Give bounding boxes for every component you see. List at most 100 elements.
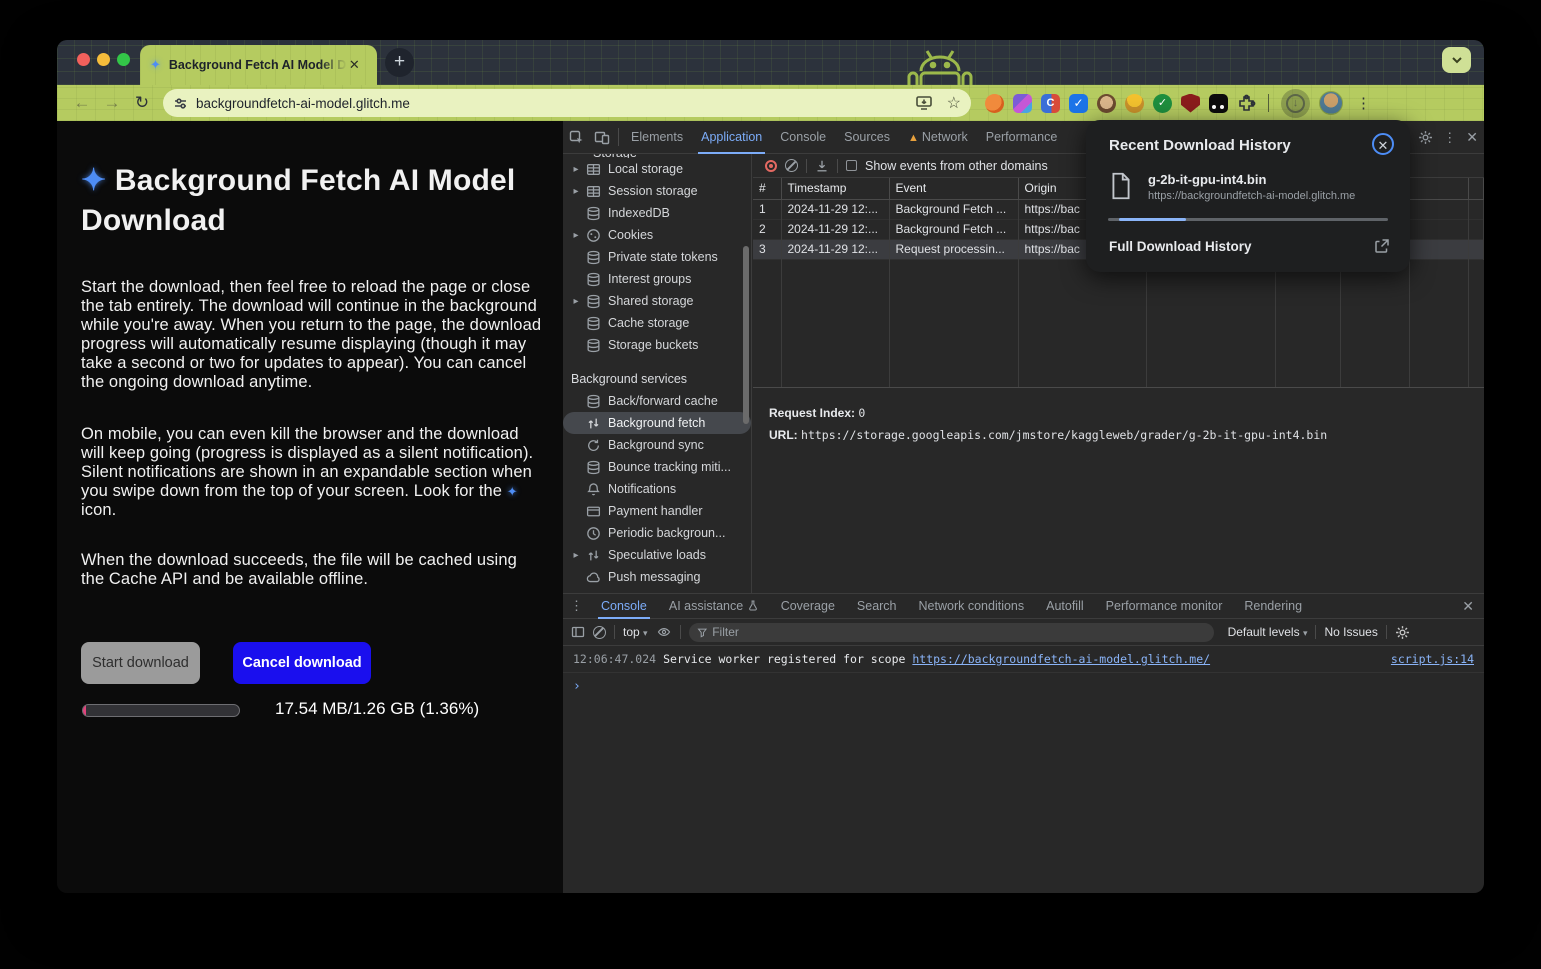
console-prompt-chevron[interactable]: ›: [563, 673, 1484, 700]
tab-console[interactable]: Console: [771, 121, 835, 154]
issues-counter[interactable]: No Issues: [1324, 625, 1377, 639]
sidebar-item-storage-buckets[interactable]: Storage buckets: [563, 334, 751, 356]
tab-sources[interactable]: Sources: [835, 121, 899, 154]
cancel-download-button[interactable]: Cancel download: [233, 642, 371, 684]
sidebar-item-local-storage[interactable]: ▸Local storage: [563, 158, 751, 180]
tab-network[interactable]: ▲Network: [899, 121, 977, 154]
extension-icon-6[interactable]: [1125, 94, 1144, 113]
sidebar-item-cache-storage[interactable]: Cache storage: [563, 312, 751, 334]
file-icon: [1109, 172, 1133, 200]
drawer-tab-console[interactable]: Console: [590, 594, 658, 619]
sidebar-item-background-sync[interactable]: Background sync: [563, 434, 751, 456]
sidebar-item-interest-groups[interactable]: Interest groups: [563, 268, 751, 290]
tab-overview-chevron-button[interactable]: [1442, 47, 1471, 73]
maximize-window-button[interactable]: [117, 53, 130, 66]
devtools-settings-gear-icon[interactable]: [1418, 130, 1433, 145]
extension-icon-1[interactable]: [985, 94, 1004, 113]
log-source-link[interactable]: script.js:14: [1391, 652, 1474, 666]
android-mascot-graphic: [895, 43, 985, 89]
extensions-puzzle-icon[interactable]: [1237, 94, 1256, 113]
devtools-menu-icon[interactable]: ⋮: [1443, 130, 1456, 146]
record-button[interactable]: [765, 160, 777, 172]
forward-button[interactable]: →: [97, 93, 127, 113]
profile-avatar[interactable]: [1319, 91, 1343, 115]
extension-icon-4[interactable]: ✓: [1069, 94, 1088, 113]
device-toolbar-icon[interactable]: [589, 130, 615, 145]
toolbar-divider: [806, 159, 807, 173]
sidebar-item-private-state-tokens[interactable]: Private state tokens: [563, 246, 751, 268]
page-paragraph-3: When the download succeeds, the file wil…: [81, 551, 543, 589]
install-app-icon[interactable]: [915, 95, 933, 111]
sidebar-item-push-messaging[interactable]: Push messaging: [563, 566, 751, 588]
tab-performance[interactable]: Performance: [977, 121, 1067, 154]
browser-tab[interactable]: ✦ Background Fetch AI Model D ✕: [140, 45, 377, 85]
download-item[interactable]: g-2b-it-gpu-int4.bin https://backgroundf…: [1109, 172, 1355, 202]
sidebar-section-background-services: Background services: [563, 368, 751, 390]
tab-close-icon[interactable]: ✕: [349, 57, 360, 73]
sidebar-scrollbar[interactable]: [743, 246, 749, 424]
sidebar-item-speculative-loads[interactable]: ▸Speculative loads: [563, 544, 751, 566]
extension-icon-9[interactable]: [1209, 94, 1228, 113]
close-window-button[interactable]: [77, 53, 90, 66]
drawer-tab-coverage[interactable]: Coverage: [770, 594, 846, 619]
console-settings-gear-icon[interactable]: [1395, 625, 1410, 640]
drawer-menu-icon[interactable]: ⋮: [563, 598, 590, 614]
drawer-close-icon[interactable]: ✕: [1462, 598, 1474, 615]
tab-application[interactable]: Application: [692, 121, 771, 154]
back-button[interactable]: ←: [67, 93, 97, 113]
tab-elements[interactable]: Elements: [622, 121, 692, 154]
sidebar-item-bounce-tracking[interactable]: Bounce tracking miti...: [563, 456, 751, 478]
inspect-element-icon[interactable]: [563, 130, 589, 145]
table-empty-area: [753, 259, 1484, 388]
popup-close-button[interactable]: ✕: [1372, 133, 1394, 155]
col-timestamp[interactable]: Timestamp: [781, 178, 889, 199]
col-event[interactable]: Event: [889, 178, 1018, 199]
live-expression-eye-icon[interactable]: [656, 625, 672, 639]
site-settings-tune-icon[interactable]: [173, 96, 188, 111]
devtools-close-icon[interactable]: ✕: [1466, 129, 1478, 146]
context-selector[interactable]: top ▾: [623, 625, 648, 639]
sidebar-item-indexeddb[interactable]: IndexedDB: [563, 202, 751, 224]
browser-toolbar: ← → ↻ backgroundfetch-ai-model.glitch.me…: [57, 85, 1484, 121]
clear-console-icon[interactable]: [593, 626, 606, 639]
downloads-button-active[interactable]: ↓: [1281, 89, 1310, 118]
col-num[interactable]: #: [753, 178, 781, 199]
sidebar-item-payment-handler[interactable]: Payment handler: [563, 500, 751, 522]
drawer-tab-search[interactable]: Search: [846, 594, 908, 619]
sidebar-item-periodic-background-sync[interactable]: Periodic backgroun...: [563, 522, 751, 544]
sidebar-item-back-forward-cache[interactable]: Back/forward cache: [563, 390, 751, 412]
drawer-tab-performance-monitor[interactable]: Performance monitor: [1095, 594, 1234, 619]
sidebar-item-shared-storage[interactable]: ▸Shared storage: [563, 290, 751, 312]
console-filter-input[interactable]: [712, 625, 1205, 639]
drawer-tab-ai-assistance[interactable]: AI assistance: [658, 594, 770, 619]
full-download-history-link[interactable]: Full Download History: [1109, 239, 1252, 254]
extension-icon-7[interactable]: ✓: [1153, 94, 1172, 113]
console-sidebar-toggle-icon[interactable]: [571, 625, 585, 639]
start-download-button[interactable]: Start download: [81, 642, 200, 684]
sidebar-item-session-storage[interactable]: ▸Session storage: [563, 180, 751, 202]
log-levels-selector[interactable]: Default levels ▾: [1228, 625, 1308, 639]
browser-menu-icon[interactable]: ⋮: [1356, 94, 1372, 112]
show-events-checkbox[interactable]: [846, 160, 857, 171]
drawer-tab-rendering[interactable]: Rendering: [1233, 594, 1313, 619]
new-tab-button[interactable]: +: [385, 48, 414, 77]
sidebar-item-notifications[interactable]: Notifications: [563, 478, 751, 500]
url-bar[interactable]: backgroundfetch-ai-model.glitch.me ☆: [163, 89, 971, 117]
save-events-download-icon[interactable]: [815, 159, 829, 173]
extension-icon-3[interactable]: C: [1041, 94, 1060, 113]
external-link-icon[interactable]: [1374, 238, 1390, 254]
clear-events-icon[interactable]: [785, 159, 798, 172]
sidebar-item-background-fetch[interactable]: Background fetch: [563, 412, 751, 434]
extension-icon-5[interactable]: [1097, 94, 1116, 113]
download-progress-icon: ↓: [1286, 94, 1305, 113]
drawer-tab-autofill[interactable]: Autofill: [1035, 594, 1095, 619]
reload-button[interactable]: ↻: [127, 93, 157, 113]
drawer-tab-network-conditions[interactable]: Network conditions: [908, 594, 1036, 619]
minimize-window-button[interactable]: [97, 53, 110, 66]
sidebar-item-cookies[interactable]: ▸Cookies: [563, 224, 751, 246]
extension-icon-2[interactable]: [1013, 94, 1032, 113]
database-icon: [586, 460, 601, 475]
bookmark-star-icon[interactable]: ☆: [947, 93, 961, 113]
log-scope-link[interactable]: https://backgroundfetch-ai-model.glitch.…: [912, 652, 1210, 666]
extension-icon-8[interactable]: [1181, 94, 1200, 113]
